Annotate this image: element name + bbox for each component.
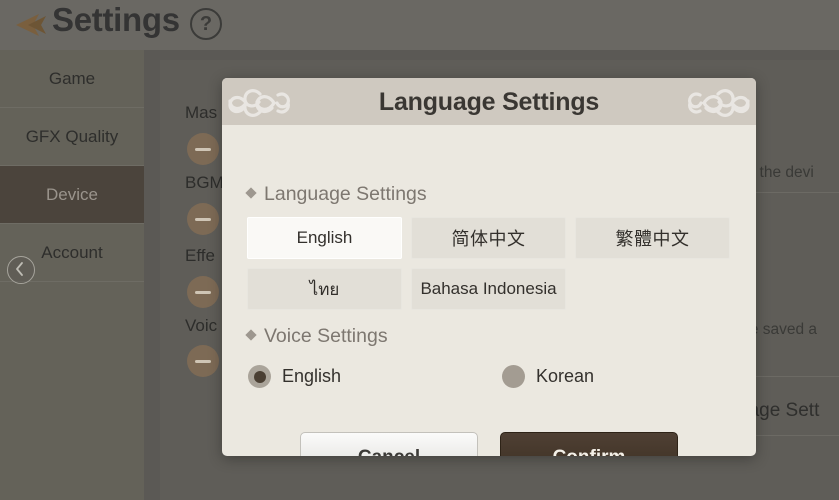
- back-arrow-icon[interactable]: [8, 8, 48, 42]
- slider-knob-icon[interactable]: [187, 276, 219, 308]
- dialog-footer: Cancel Confirm: [222, 432, 756, 456]
- diamond-bullet-icon: [245, 187, 257, 199]
- language-option-traditional-chinese[interactable]: 繁體中文: [575, 217, 730, 259]
- confirm-button-label: Confirm: [553, 447, 626, 457]
- sidebar-item-device[interactable]: Device: [0, 166, 144, 224]
- cancel-button-label: Cancel: [358, 447, 420, 457]
- section-heading-label: Language Settings: [264, 183, 427, 205]
- section-heading-language: Language Settings: [245, 183, 427, 206]
- dialog-header: Language Settings: [222, 78, 756, 125]
- dialog-body: Language Settings English 简体中文 繁體中文 ไทย …: [222, 125, 756, 456]
- diamond-bullet-icon: [245, 329, 257, 341]
- confirm-button[interactable]: Confirm: [500, 432, 678, 456]
- radio-unselected-icon: [502, 365, 525, 388]
- radio-selected-icon: [248, 365, 271, 388]
- language-option-bahasa-indonesia[interactable]: Bahasa Indonesia: [411, 268, 566, 310]
- slider-knob-icon[interactable]: [187, 133, 219, 165]
- sidebar-item-label: Game: [48, 69, 96, 88]
- language-option-simplified-chinese[interactable]: 简体中文: [411, 217, 566, 259]
- voice-option-korean[interactable]: Korean: [502, 365, 594, 388]
- language-option-english[interactable]: English: [247, 217, 402, 259]
- settings-screen: Settings ? Game GFX Quality Device Accou…: [0, 0, 839, 500]
- voice-option-label: Korean: [536, 366, 595, 386]
- section-heading-voice: Voice Settings: [245, 325, 388, 348]
- slider-knob-icon[interactable]: [187, 203, 219, 235]
- page-title: Settings: [52, 1, 180, 38]
- chevron-left-icon: [8, 257, 34, 281]
- voice-option-label: English: [282, 366, 342, 386]
- sidebar-item-label: GFX Quality: [25, 127, 119, 146]
- bg-slider-label: BGM: [185, 173, 224, 192]
- sidebar-item-game[interactable]: Game: [0, 50, 144, 108]
- slider-knob-icon[interactable]: [187, 345, 219, 377]
- top-bar: Settings ?: [0, 0, 839, 50]
- question-mark-icon[interactable]: ?: [190, 8, 222, 40]
- language-option-thai[interactable]: ไทย: [247, 268, 402, 310]
- language-option-label: 简体中文: [451, 229, 526, 249]
- sidebar-item-label: Device: [46, 185, 98, 204]
- voice-option-english[interactable]: English: [248, 365, 341, 388]
- sidebar-item-label: Account: [41, 243, 103, 262]
- bg-slider-label: Effe: [185, 246, 215, 265]
- cancel-button[interactable]: Cancel: [300, 432, 478, 456]
- language-settings-dialog: Language Settings Language Settings Engl…: [222, 78, 756, 456]
- language-option-label: 繁體中文: [615, 229, 690, 249]
- section-heading-label: Voice Settings: [264, 325, 388, 347]
- sidebar-collapse-button[interactable]: [7, 256, 35, 284]
- language-option-label: Bahasa Indonesia: [420, 279, 557, 298]
- sidebar-item-gfx-quality[interactable]: GFX Quality: [0, 108, 144, 166]
- language-option-grid: English 简体中文 繁體中文 ไทย Bahasa Indonesia: [247, 217, 731, 310]
- bg-slider-label: Voic: [185, 316, 218, 335]
- bg-slider-label: Mas: [185, 103, 218, 122]
- voice-option-group: English Korean: [248, 365, 668, 395]
- language-option-label: ไทย: [309, 279, 340, 299]
- language-option-label: English: [296, 228, 353, 247]
- dialog-title: Language Settings: [378, 88, 600, 116]
